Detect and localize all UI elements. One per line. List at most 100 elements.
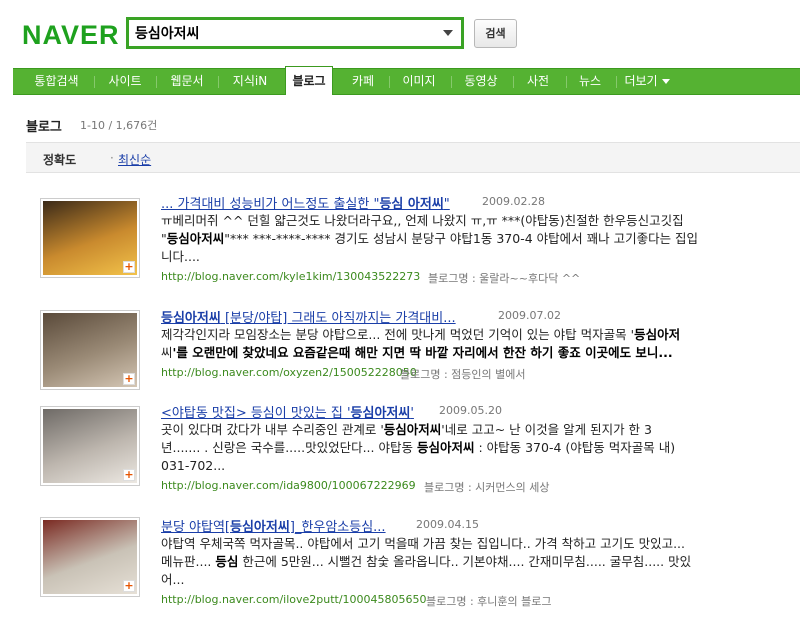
result-count: 1-10 / 1,676건 <box>80 119 158 132</box>
tab-separator <box>389 76 390 88</box>
tab-label: 사전 <box>526 74 550 88</box>
snippet-line: 야탑역 우체국쪽 먹자골목.. 야탑에서 고기 먹을때 가끔 찾는 집입니다..… <box>161 535 761 553</box>
result-url[interactable]: http://blog.naver.com/ida9800/1000672229… <box>161 479 416 492</box>
result-thumbnail[interactable]: + <box>40 310 140 390</box>
result-date: 2009.02.28 <box>482 195 545 208</box>
snippet-text: 곳이 있다며 갔다가 내부 수리중인 관계로 ' <box>161 422 384 437</box>
snippet-line: 메뉴판.... 등심 한근에 5만원... 시뻘건 참숯 올라옵니다.. 기본야… <box>161 553 761 571</box>
snippet-text: 어... <box>161 572 185 587</box>
search-button[interactable]: 검색 <box>474 19 517 48</box>
result-date: 2009.04.15 <box>416 518 479 531</box>
tab-separator <box>94 76 95 88</box>
snippet-line: ㅠ베리머쥐 ^^ 던힐 얇근것도 나왔더라구요,, 언제 나왔지 ㅠ,ㅠ ***… <box>161 212 761 230</box>
result-title-link[interactable]: <야탑동 맛집> 등심이 맛있는 집 '등심아저씨' <box>161 402 414 421</box>
plus-icon[interactable]: + <box>123 261 135 273</box>
snippet-text: 메뉴판.... <box>161 554 216 569</box>
snippet-line: 니다.... <box>161 248 761 266</box>
result-blog-name[interactable]: 블로그명 : 후니훈의 블로그 <box>426 593 552 609</box>
snippet-line: 031-702... <box>161 457 761 475</box>
sort-accuracy[interactable]: 정확도 <box>43 151 76 168</box>
tab-label: 이미지 <box>402 74 436 88</box>
category-tabs: 통합검색 사이트 웹문서 지식iN 블로그 카페 이미지 동영상 사전 뉴스 더보기 <box>13 66 800 95</box>
thumbnail-image: + <box>43 409 137 483</box>
tab-label: 블로그 <box>292 74 326 88</box>
thumbnail-image: + <box>43 520 137 594</box>
tab-separator <box>218 76 219 88</box>
snippet-text: 씨 <box>161 345 173 360</box>
result-date: 2009.07.02 <box>498 309 561 322</box>
snippet-line: 년....... . 신랑은 국수를.....맛있었단다... 야탑동 등심아저… <box>161 439 761 457</box>
title-text: ' <box>410 406 414 421</box>
snippet-keyword: 등심 <box>215 554 239 569</box>
tab-8[interactable]: 사전 <box>514 69 562 94</box>
result-blog-name[interactable]: 블로그명 : 점등인의 별에서 <box>400 366 526 382</box>
snippet-text: 제각각인지라 모임장소는 분당 야탑으로... 전에 맛나게 먹었던 기억이 있… <box>161 327 635 342</box>
tab-separator <box>566 76 567 88</box>
result-title-link[interactable]: 등심아저씨 [분당/야탑] 그래도 아직까지는 가격대비... <box>161 307 456 326</box>
snippet-line: 어... <box>161 571 761 589</box>
result-thumbnail[interactable]: + <box>40 198 140 278</box>
header: NAVER 검색 <box>0 0 800 66</box>
naver-logo[interactable]: NAVER <box>22 20 120 50</box>
title-text: " <box>443 197 450 212</box>
snippet-text: 야탑역 우체국쪽 먹자골목.. 야탑에서 고기 먹을때 가끔 찾는 집입니다..… <box>161 536 685 551</box>
result-blog-name[interactable]: 블로그명 : 울랄라~~후다닥 ^^ <box>428 270 580 286</box>
search-box[interactable] <box>126 17 464 49</box>
tab-3[interactable]: 지식iN <box>222 69 278 94</box>
tab-9[interactable]: 뉴스 <box>568 69 612 94</box>
result-snippet: ㅠ베리머쥐 ^^ 던힐 얇근것도 나왔더라구요,, 언제 나왔지 ㅠ,ㅠ ***… <box>161 212 761 266</box>
tab-label: 웹문서 <box>170 74 204 88</box>
title-text: <야탑동 맛집> 등심이 맛있는 집 ' <box>161 406 351 421</box>
title-text: [분당/야탑] 그래도 아직까지는 가격대비... <box>220 311 456 326</box>
result-snippet: 야탑역 우체국쪽 먹자골목.. 야탑에서 고기 먹을때 가끔 찾는 집입니다..… <box>161 535 761 589</box>
tab-label: 사이트 <box>108 74 142 88</box>
snippet-text: "*** ***-****-**** 경기도 성남시 분당구 야탑1동 370-… <box>224 231 699 246</box>
tab-label: 동영상 <box>464 74 498 88</box>
result-title-link[interactable]: ... 가격대비 성능비가 어느정도 출실한 "등심 아저씨" <box>161 193 450 212</box>
tab-separator <box>156 76 157 88</box>
search-input[interactable] <box>135 23 425 43</box>
snippet-text: : 야탑동 370-4 (야탑동 먹자골목 내) <box>474 440 676 455</box>
chevron-down-icon[interactable] <box>443 30 453 36</box>
result-thumbnail[interactable]: + <box>40 406 140 486</box>
result-url[interactable]: http://blog.naver.com/kyle1kim/130043522… <box>161 270 420 283</box>
thumbnail-image: + <box>43 313 137 387</box>
result-date: 2009.05.20 <box>439 404 502 417</box>
sort-latest-link[interactable]: 최신순 <box>118 151 151 168</box>
result-blog-name[interactable]: 블로그명 : 시커먼스의 세상 <box>424 479 550 495</box>
plus-icon[interactable]: + <box>123 580 135 592</box>
snippet-keyword: 등심아저 <box>634 327 681 342</box>
title-text: ... 가격대비 성능비가 어느정도 출실한 " <box>161 197 380 212</box>
result-title-link[interactable]: 분당 야탑역[등심아저씨]_한우암소등심... <box>161 516 386 535</box>
tab-4[interactable]: 블로그 <box>285 66 333 95</box>
snippet-keyword: '를 오랜만에 찾았네요 요즘같은때 해만 지면 딱 바깥 자리에서 한잔 하기… <box>172 345 673 360</box>
tab-label: 지식iN <box>232 74 268 88</box>
snippet-keyword: 등심아저씨 <box>416 440 475 455</box>
snippet-text: ㅠ베리머쥐 ^^ 던힐 얇근것도 나왔더라구요,, 언제 나왔지 ㅠ,ㅠ ***… <box>161 213 684 228</box>
snippet-line: 제각각인지라 모임장소는 분당 야탑으로... 전에 맛나게 먹었던 기억이 있… <box>161 326 761 344</box>
title-text: ]_한우암소등심... <box>289 520 386 535</box>
snippet-text: 한근에 5만원... 시뻘건 참숯 올라옵니다.. 기본야채.... 간재미무침… <box>238 554 692 569</box>
result-url[interactable]: http://blog.naver.com/oxyzen2/1500522280… <box>161 366 417 379</box>
plus-icon[interactable]: + <box>123 469 135 481</box>
result-thumbnail[interactable]: + <box>40 517 140 597</box>
plus-icon[interactable]: + <box>123 373 135 385</box>
tab-6[interactable]: 이미지 <box>391 69 447 94</box>
tab-10[interactable]: 더보기 <box>617 69 677 94</box>
snippet-text: 년....... . 신랑은 국수를.....맛있었단다... 야탑동 <box>161 440 417 455</box>
tab-1[interactable]: 사이트 <box>98 69 152 94</box>
tab-2[interactable]: 웹문서 <box>160 69 214 94</box>
tab-separator <box>451 76 452 88</box>
thumbnail-image: + <box>43 201 137 275</box>
title-keyword: 등심아저씨 <box>350 406 411 421</box>
result-snippet: 제각각인지라 모임장소는 분당 야탑으로... 전에 맛나게 먹었던 기억이 있… <box>161 326 761 362</box>
tab-0[interactable]: 통합검색 <box>23 69 90 94</box>
tab-5[interactable]: 카페 <box>341 69 385 94</box>
title-text: 분당 야탑역[ <box>161 520 231 535</box>
title-keyword: 등심아저씨 <box>230 520 290 535</box>
snippet-keyword: 등심아저씨 <box>383 422 442 437</box>
tab-label: 뉴스 <box>578 74 602 88</box>
tab-7[interactable]: 동영상 <box>453 69 509 94</box>
snippet-line: 씨'를 오랜만에 찾았네요 요즘같은때 해만 지면 딱 바깥 자리에서 한잔 하… <box>161 344 761 362</box>
result-url[interactable]: http://blog.naver.com/ilove2putt/1000458… <box>161 593 427 606</box>
